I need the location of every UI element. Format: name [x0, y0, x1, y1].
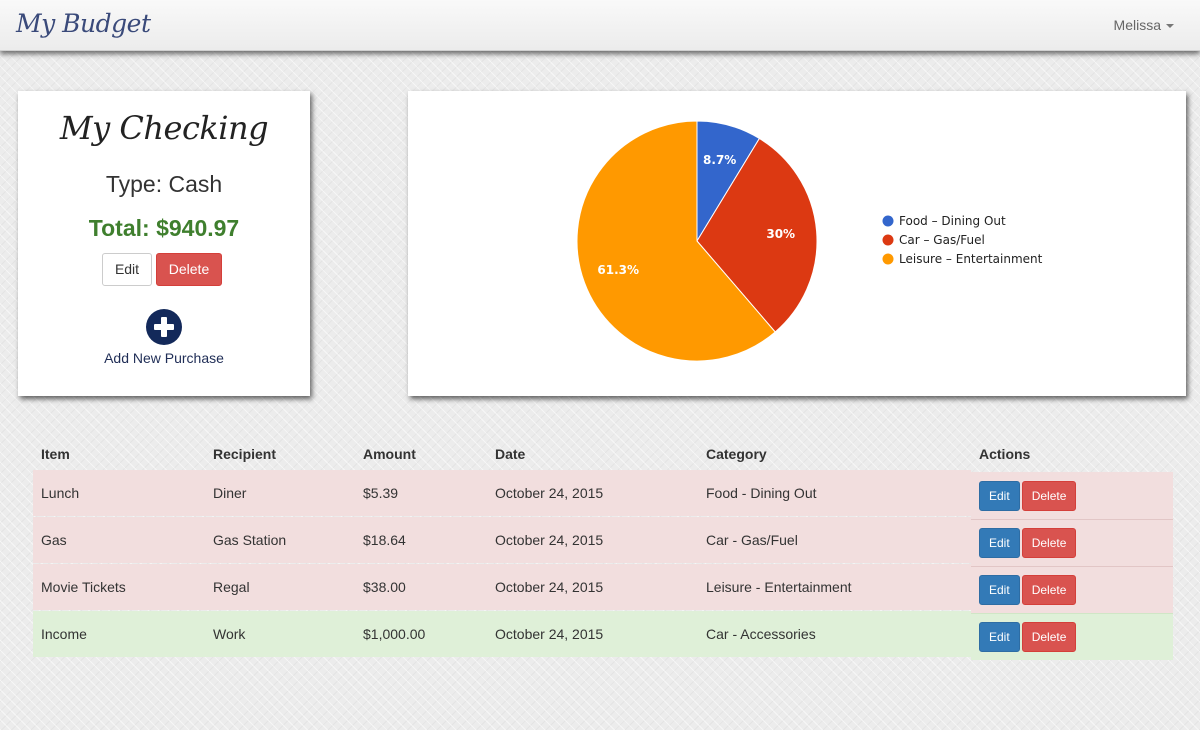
plus-circle-icon[interactable]: [146, 309, 182, 345]
cell-item: Movie Tickets: [33, 563, 205, 611]
column-header-amount: Amount: [363, 445, 416, 462]
column-header-actions: Actions: [979, 445, 1031, 462]
cell-amount: $5.39: [355, 468, 487, 517]
cell-recipient: Work: [205, 610, 355, 657]
cell-actions: Edit Delete: [971, 613, 1173, 660]
legend-swatch: [882, 215, 894, 227]
account-total: Total: $940.97: [88, 215, 240, 241]
delete-row-button[interactable]: Delete: [1021, 622, 1077, 652]
pie-slice-label: 8.7%: [703, 153, 736, 167]
edit-row-button[interactable]: Edit: [979, 622, 1020, 652]
legend-label[interactable]: Car – Gas/Fuel: [899, 233, 985, 247]
cell-actions: Edit Delete: [971, 519, 1173, 567]
cell-recipient: Diner: [205, 468, 355, 517]
user-name: Melissa: [1113, 17, 1161, 33]
pie-slice-label: 61.3%: [597, 263, 639, 277]
cell-actions: Edit Delete: [971, 471, 1173, 520]
cell-recipient: Regal: [205, 563, 355, 611]
cell-date: October 24, 2015: [487, 468, 698, 517]
cell-date: October 24, 2015: [487, 610, 698, 657]
cell-amount: $1,000.00: [355, 610, 487, 657]
pie-slice-label: 30%: [766, 227, 795, 241]
edit-row-button[interactable]: Edit: [979, 481, 1020, 511]
legend-swatch: [882, 253, 894, 265]
cell-category: Leisure - Entertainment: [698, 563, 971, 611]
user-menu-dropdown[interactable]: Melissa: [1114, 17, 1174, 33]
cell-item: Income: [33, 610, 205, 657]
cell-recipient: Gas Station: [205, 516, 355, 564]
cell-amount: $18.64: [355, 516, 487, 564]
cell-category: Car - Accessories: [698, 610, 971, 657]
table-header-row: Item Recipient Amount Date Category Acti…: [33, 436, 1173, 472]
add-new-purchase-link[interactable]: Add New Purchase: [18, 350, 310, 366]
account-card: My Checking Type: Cash Total: $940.97 Ed…: [18, 91, 310, 396]
table-row: Gas Gas Station $18.64 October 24, 2015 …: [33, 516, 1173, 567]
legend-label[interactable]: Food – Dining Out: [899, 214, 1006, 228]
edit-row-button[interactable]: Edit: [979, 528, 1020, 558]
edit-account-button[interactable]: Edit: [102, 253, 152, 286]
cell-date: October 24, 2015: [487, 563, 698, 611]
chart-card: 8.7% 30% 61.3% Food – Dining Out Car – Gas/F…: [408, 91, 1186, 396]
transactions-table-container: Item Recipient Amount Date Category Acti…: [33, 436, 1173, 660]
legend-label[interactable]: Leisure – Entertainment: [899, 252, 1043, 266]
delete-account-button[interactable]: Delete: [156, 253, 222, 286]
account-title: My Checking: [59, 109, 269, 147]
edit-row-button[interactable]: Edit: [979, 575, 1020, 605]
chevron-down-icon: [1166, 24, 1174, 29]
account-type: Type: Cash: [105, 171, 223, 197]
column-header-recipient: Recipient: [213, 445, 277, 462]
cell-category: Food - Dining Out: [698, 468, 971, 517]
cell-item: Lunch: [33, 468, 205, 517]
navbar: My Budget Melissa: [0, 0, 1200, 51]
transactions-table: Item Recipient Amount Date Category Acti…: [33, 436, 1173, 660]
cell-amount: $38.00: [355, 563, 487, 611]
table-row: Income Work $1,000.00 October 24, 2015 C…: [33, 610, 1173, 660]
cell-item: Gas: [33, 516, 205, 564]
delete-row-button[interactable]: Delete: [1021, 528, 1077, 558]
brand-logo-link[interactable]: My Budget: [16, 9, 151, 38]
legend-swatch: [882, 234, 894, 246]
cell-date: October 24, 2015: [487, 516, 698, 564]
cell-category: Car - Gas/Fuel: [698, 516, 971, 564]
column-header-item: Item: [41, 445, 70, 462]
table-row: Movie Tickets Regal $38.00 October 24, 2…: [33, 563, 1173, 614]
pie-chart: 8.7% 30% 61.3% Food – Dining Out Car – Gas/F…: [576, 120, 1043, 362]
cell-actions: Edit Delete: [971, 566, 1173, 614]
table-row: Lunch Diner $5.39 October 24, 2015 Food …: [33, 468, 1173, 520]
delete-row-button[interactable]: Delete: [1021, 575, 1077, 605]
column-header-category: Category: [706, 445, 767, 462]
column-header-date: Date: [495, 445, 526, 462]
delete-row-button[interactable]: Delete: [1021, 481, 1077, 511]
